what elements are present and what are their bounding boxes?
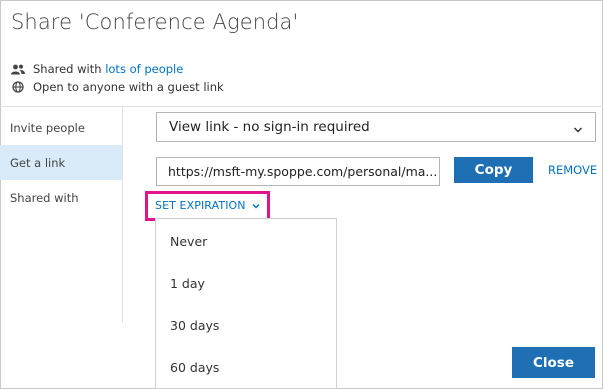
option-label: 30 days <box>170 317 220 333</box>
chevron-down-icon <box>573 122 583 138</box>
close-button[interactable]: Close <box>512 347 595 378</box>
copy-button[interactable]: Copy <box>454 157 533 183</box>
sidebar-item-label: Invite people <box>10 120 85 135</box>
people-icon <box>11 63 25 75</box>
header-divider <box>0 106 603 107</box>
link-type-select[interactable]: View link - no sign-in required <box>156 112 596 142</box>
share-link-url: https://msft-my.spoppe.com/personal/ma..… <box>168 164 438 179</box>
chevron-down-icon <box>252 199 260 212</box>
shared-with-text: Shared with <box>33 62 106 76</box>
guest-link-row: Open to anyone with a guest link <box>11 80 224 94</box>
remove-link[interactable]: REMOVE <box>548 163 597 177</box>
shared-with-row: Shared with lots of people <box>11 62 183 76</box>
option-label: 60 days <box>170 359 220 375</box>
set-expiration-button[interactable]: SET EXPIRATION <box>155 199 260 212</box>
option-label: 1 day <box>170 275 205 291</box>
sidebar-item-shared-with[interactable]: Shared with <box>0 180 122 215</box>
expiration-option-60-days[interactable]: 60 days <box>156 347 336 387</box>
guest-link-text: Open to anyone with a guest link <box>33 80 224 94</box>
expiration-option-1-day[interactable]: 1 day <box>156 263 336 303</box>
expiration-dropdown: Never 1 day 30 days 60 days <box>155 218 337 389</box>
sidebar-item-label: Get a link <box>10 155 66 170</box>
sidebar-divider <box>122 107 123 323</box>
option-label: Never <box>170 233 208 249</box>
sidebar-item-get-a-link[interactable]: Get a link <box>0 145 122 180</box>
dialog-title: Share 'Conference Agenda' <box>11 10 299 34</box>
sidebar-item-invite-people[interactable]: Invite people <box>0 110 122 145</box>
sidebar-item-label: Shared with <box>10 190 79 205</box>
globe-icon <box>11 81 25 93</box>
share-link-input[interactable]: https://msft-my.spoppe.com/personal/ma..… <box>156 157 440 186</box>
link-type-value: View link - no sign-in required <box>169 119 370 135</box>
lots-of-people-link[interactable]: lots of people <box>105 62 183 76</box>
set-expiration-label: SET EXPIRATION <box>155 199 246 212</box>
expiration-option-30-days[interactable]: 30 days <box>156 305 336 345</box>
expiration-option-never[interactable]: Never <box>156 221 336 261</box>
